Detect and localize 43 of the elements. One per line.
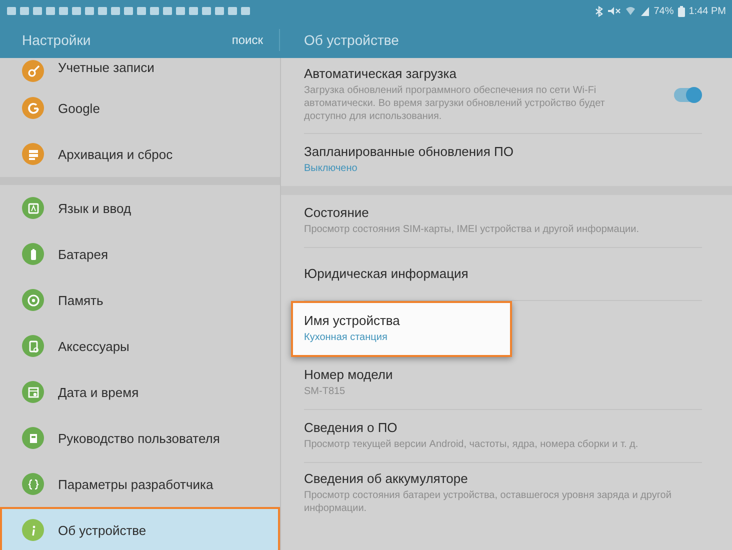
clock-time: 1:44 PM [688, 6, 726, 16]
setting-title: Номер модели [304, 366, 394, 382]
sidebar-item[interactable]: Язык и ввод [0, 185, 280, 231]
setting-title: Состояние [304, 204, 370, 220]
setting-description: Загрузка обновлений программного обеспечения по сети Wi-Fi автоматически. Во время загрузки обновлений устройство будет доступно для использования. [304, 84, 606, 123]
settings-item[interactable]: Автоматическая загрузка Загрузка обновлений программного обеспечения по сети Wi-Fi автоматически. Во время загрузки обновлений устройство будет доступно для использования. [304, 58, 702, 134]
battery-percentage: 74% [654, 6, 674, 16]
settings-item[interactable]: Состояние Просмотр состояния SIM-карты, IMEI устройства и другой информации. [304, 195, 702, 248]
sidebar-item[interactable]: Параметры разработчика [0, 461, 280, 507]
sidebar-item[interactable]: Аксессуары [0, 323, 280, 369]
setting-title: Автоматическая загрузка [304, 66, 458, 81]
sidebar-item[interactable]: Архивация и сброс [0, 131, 280, 177]
setting-title: Запланированные обновления ПО [304, 144, 514, 159]
setting-value: Кухонная станция [304, 332, 388, 343]
setting-description: SM-T815 [304, 384, 346, 398]
setting-title: Имя устройства [304, 313, 401, 328]
settings-item[interactable]: Сведения об аккумуляторе Просмотр состояния батареи устройства, оставшегося уровня заряда и другой информации. [304, 463, 702, 525]
settings-item[interactable]: Имя устройства Кухонная станция [291, 301, 512, 357]
setting-title: Юридическая информация [304, 266, 470, 280]
setting-description: Просмотр текущей версии Android, частоты, ядра, номера сборки и т. д. [304, 438, 640, 450]
mute-icon [606, 6, 621, 16]
battery-icon [678, 6, 685, 16]
sidebar-item[interactable]: Батарея [0, 231, 280, 277]
sidebar-item[interactable]: Дата и время [0, 369, 280, 415]
settings-item[interactable]: Номер модели SM-T815 [304, 357, 702, 410]
sidebar-item[interactable]: Память [0, 277, 280, 323]
page-title: Об устройстве [303, 32, 399, 48]
signal-icon [640, 6, 650, 16]
sidebar-item[interactable]: Об устройстве [0, 507, 280, 550]
setting-value: Выключено [304, 163, 358, 174]
app-title: Настройки [22, 32, 91, 48]
toggle-switch[interactable] [674, 88, 700, 102]
bluetooth-icon [594, 6, 603, 16]
sidebar-item[interactable]: Руководство пользователя [0, 415, 280, 461]
setting-title: Сведения об аккумуляторе [304, 471, 469, 486]
settings-item[interactable]: Сведения о ПО Просмотр текущей версии Android, частоты, ядра, номера сборки и т. д. [304, 410, 702, 463]
setting-description: Просмотр состояния SIM-карты, IMEI устройства и другой информации. [304, 222, 640, 236]
settings-item[interactable]: Запланированные обновления ПО Выключено [304, 134, 702, 186]
sidebar-item[interactable]: Учетные записи [0, 58, 280, 85]
setting-title: Сведения о ПО [304, 420, 398, 434]
setting-description: Просмотр состояния батареи устройства, оставшегося уровня заряда и другой информации. [304, 489, 672, 515]
sidebar-item[interactable]: Google [0, 85, 280, 131]
wifi-icon [624, 6, 636, 16]
